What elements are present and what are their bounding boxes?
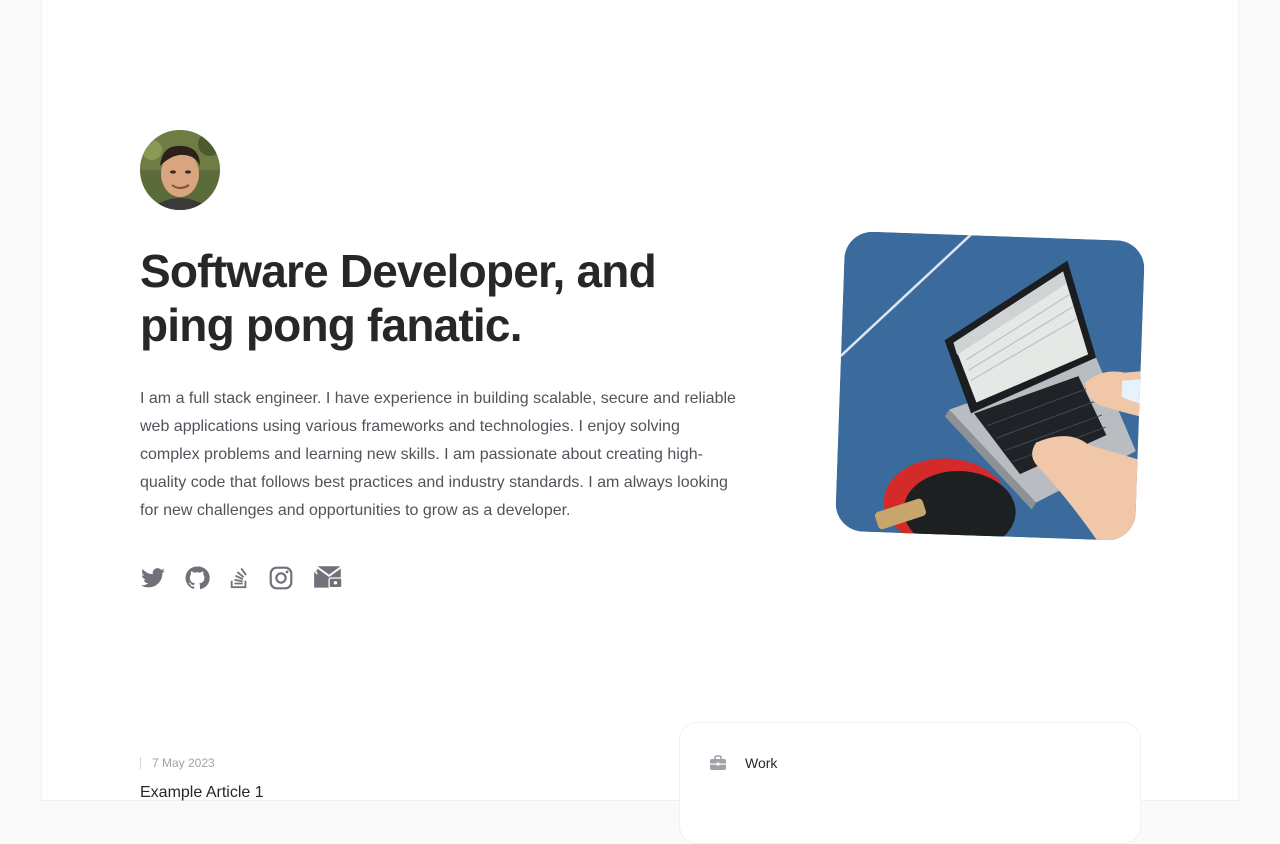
- article-title[interactable]: Example Article 1: [140, 784, 620, 802]
- page-title: Software Developer, and ping pong fanati…: [140, 245, 657, 351]
- date-divider: [140, 757, 141, 769]
- hero-photo: [834, 230, 1146, 542]
- twitter-icon: [141, 568, 165, 588]
- article-date-text: 7 May 2023: [152, 756, 215, 770]
- twitter-link[interactable]: [140, 564, 166, 592]
- email-icon: [313, 566, 343, 589]
- page-container: Software Developer, and ping pong fanati…: [42, 0, 1238, 844]
- github-link[interactable]: [184, 564, 210, 592]
- instagram-link[interactable]: [268, 564, 294, 592]
- bio-text: I am a full stack engineer. I have exper…: [140, 390, 736, 519]
- github-icon: [185, 566, 210, 590]
- email-link[interactable]: [312, 564, 344, 592]
- briefcase-icon: [710, 755, 726, 770]
- stack-overflow-link[interactable]: [228, 564, 250, 592]
- work-heading: Work: [745, 755, 778, 771]
- work-card: Work: [679, 722, 1141, 844]
- work-header: Work: [709, 755, 777, 771]
- instagram-icon: [269, 566, 293, 590]
- social-links: [140, 564, 362, 592]
- article-card[interactable]: 7 May 2023 Example Article 1: [140, 754, 620, 802]
- avatar[interactable]: [140, 130, 220, 210]
- stack-overflow-icon: [230, 567, 247, 589]
- article-date: 7 May 2023: [140, 754, 620, 772]
